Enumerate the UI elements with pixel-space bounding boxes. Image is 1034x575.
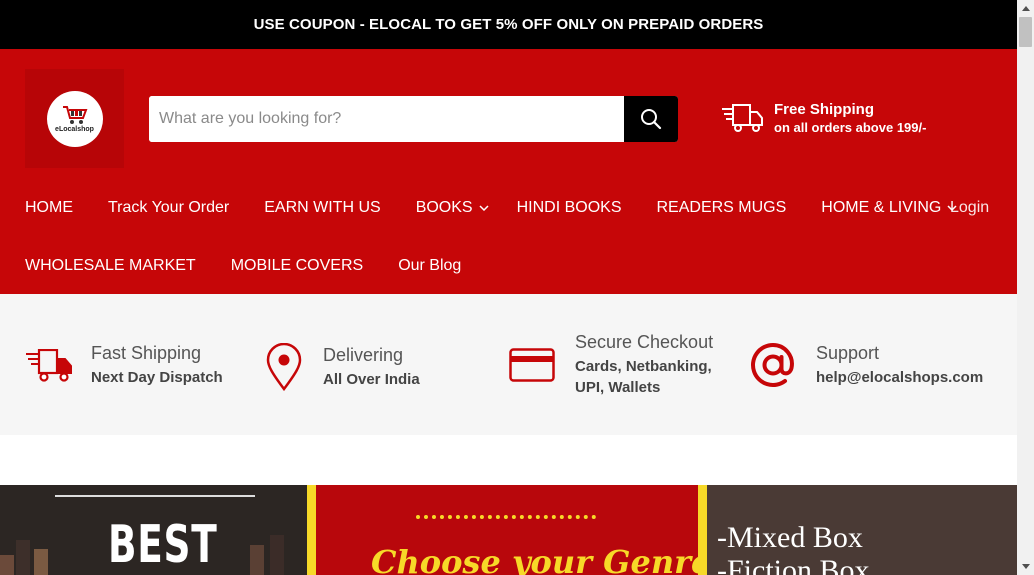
feature-subtitle: All Over India [323, 370, 420, 388]
feature-subtitle: Cards, Netbanking, UPI, Wallets [575, 358, 712, 396]
search-icon [641, 109, 662, 130]
announcement-text: USE COUPON - ELOCAL TO GET 5% OFF ONLY O… [253, 16, 764, 33]
feature-subtitle: Next Day Dispatch [91, 369, 223, 386]
banner-mixed-line: -Mixed Box [717, 521, 863, 554]
nav-wholesale-market[interactable]: WHOLESALE MARKET [25, 257, 196, 275]
shipping-title: Free Shipping [774, 101, 875, 118]
feature-delivering: Delivering All Over India [266, 343, 420, 391]
location-pin-icon [266, 343, 302, 391]
feature-secure-checkout: Secure Checkout Cards, Netbanking, UPI, … [509, 332, 735, 398]
divider-line [55, 495, 255, 497]
delivery-truck-icon [722, 104, 763, 132]
feature-title: Support [816, 342, 880, 363]
logo-badge: eLocalshop [46, 90, 103, 147]
truck-icon [26, 348, 72, 382]
nav-home-living[interactable]: HOME & LIVING [821, 199, 957, 217]
banner-choose-genre[interactable]: Choose your Genre [307, 485, 707, 575]
shelf-book [270, 535, 284, 575]
shopping-cart-icon [62, 105, 87, 124]
nav-hindi-books[interactable]: HINDI BOOKS [517, 199, 622, 217]
nav-home[interactable]: HOME [25, 199, 73, 217]
shelf-book [34, 549, 48, 575]
feature-title: Secure Checkout [575, 332, 714, 352]
main-nav: HOME Track Your Order EARN WITH US BOOKS… [25, 199, 957, 217]
shelf-book [0, 555, 14, 575]
search-bar [149, 96, 678, 142]
nav-our-blog[interactable]: Our Blog [398, 257, 461, 275]
banner-best-text: BEST [108, 515, 218, 575]
feature-support: Support help@elocalshops.com [750, 342, 983, 388]
logo-text: eLocalshop [55, 125, 94, 133]
site-logo[interactable]: eLocalshop [25, 69, 124, 168]
banner-fiction-line: -Fiction Box [717, 554, 870, 575]
shelf-book [250, 545, 264, 575]
features-strip: Fast Shipping Next Day Dispatch Deliveri… [0, 294, 1017, 435]
banner-mixed-box[interactable]: -Mixed Box -Fiction Box [707, 485, 1017, 575]
shelf-book [16, 540, 30, 575]
banner-mixed-text: -Mixed Box -Fiction Box [717, 521, 870, 575]
scroll-down-arrow[interactable] [1017, 558, 1034, 575]
feature-subtitle: help@elocalshops.com [816, 368, 984, 386]
secondary-nav: WHOLESALE MARKET MOBILE COVERS Our Blog [25, 257, 461, 275]
feature-title: Fast Shipping [91, 343, 202, 363]
banner-bestsellers[interactable]: BEST [0, 485, 307, 575]
scroll-up-arrow[interactable] [1017, 0, 1034, 17]
dotted-decoration [416, 515, 596, 519]
search-button[interactable] [624, 96, 678, 142]
feature-title: Delivering [323, 344, 404, 365]
at-sign-icon [751, 342, 794, 387]
nav-track-order[interactable]: Track Your Order [108, 199, 229, 217]
credit-card-icon [509, 348, 555, 382]
search-input[interactable] [149, 96, 624, 142]
announcement-bar: USE COUPON - ELOCAL TO GET 5% OFF ONLY O… [0, 0, 1017, 49]
nav-mobile-covers[interactable]: MOBILE COVERS [231, 257, 363, 275]
free-shipping-promo: Free Shipping on all orders above 199/- [720, 101, 926, 137]
chevron-down-icon [479, 205, 489, 211]
page-scrollbar[interactable] [1017, 0, 1034, 575]
nav-books[interactable]: BOOKS [416, 199, 489, 217]
site-header: eLocalshop Free Shipping on all orders a… [0, 49, 1017, 294]
shipping-subtitle: on all orders above 199/- [774, 120, 927, 135]
login-link[interactable]: Login [950, 199, 989, 217]
feature-fast-shipping: Fast Shipping Next Day Dispatch [25, 343, 223, 388]
banner-genre-text: Choose your Genre [371, 543, 707, 575]
nav-readers-mugs[interactable]: READERS MUGS [657, 199, 787, 217]
scroll-thumb[interactable] [1019, 17, 1032, 47]
nav-earn-with-us[interactable]: EARN WITH US [264, 199, 380, 217]
